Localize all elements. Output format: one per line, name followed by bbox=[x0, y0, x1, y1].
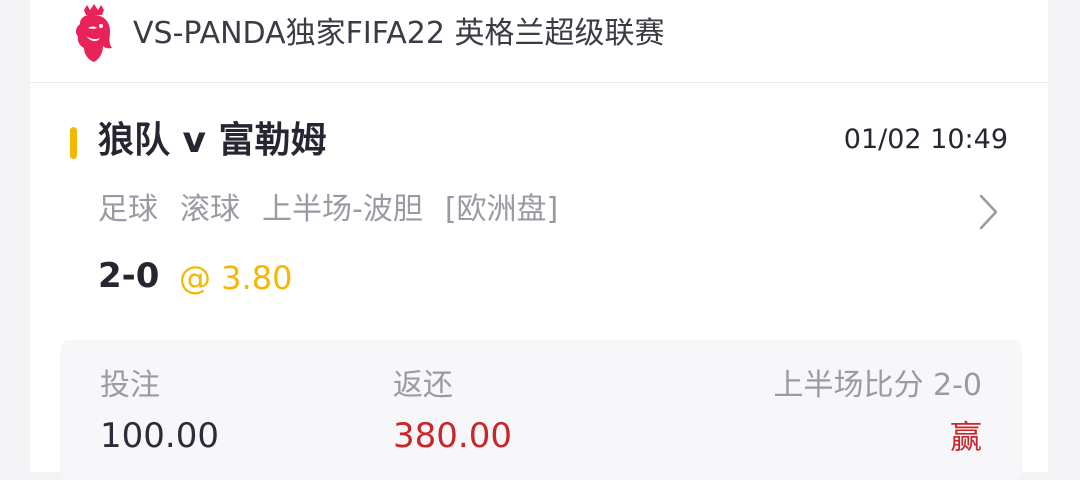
return-label: 返还 bbox=[393, 368, 453, 403]
match-title: 狼队 v 富勒姆 bbox=[98, 120, 327, 161]
bet-odds: @ 3.80 bbox=[179, 259, 293, 297]
bet-summary: 投注 100.00 返还 380.00 上半场比分 2-0 赢 bbox=[60, 340, 1022, 480]
stake-value: 100.00 bbox=[100, 416, 219, 456]
premier-league-lion-icon bbox=[75, 4, 112, 62]
bet-odds-type: [欧洲盘] bbox=[444, 192, 559, 227]
league-header: VS-PANDA独家FIFA22 英格兰超级联赛 bbox=[30, 0, 1048, 83]
result-status-badge: 赢 bbox=[949, 418, 982, 456]
match-time: 01/02 10:49 bbox=[843, 124, 1008, 155]
chevron-right-icon[interactable] bbox=[978, 192, 1000, 232]
bet-sport: 足球 bbox=[98, 192, 158, 227]
match-accent-bar bbox=[70, 127, 77, 159]
result-label: 上半场比分 2-0 bbox=[773, 368, 982, 403]
bet-card[interactable]: VS-PANDA独家FIFA22 英格兰超级联赛 狼队 v 富勒姆 01/02 … bbox=[30, 0, 1048, 480]
bet-pick: 2-0 bbox=[98, 256, 160, 296]
bet-market: 上半场-波胆 bbox=[262, 192, 423, 227]
return-value: 380.00 bbox=[393, 416, 512, 456]
league-title: VS-PANDA独家FIFA22 英格兰超级联赛 bbox=[133, 16, 665, 51]
bet-mode: 滚球 bbox=[180, 192, 240, 227]
bet-info: 足球 滚球 上半场-波胆 [欧洲盘] bbox=[98, 190, 580, 230]
stake-label: 投注 bbox=[100, 368, 160, 403]
